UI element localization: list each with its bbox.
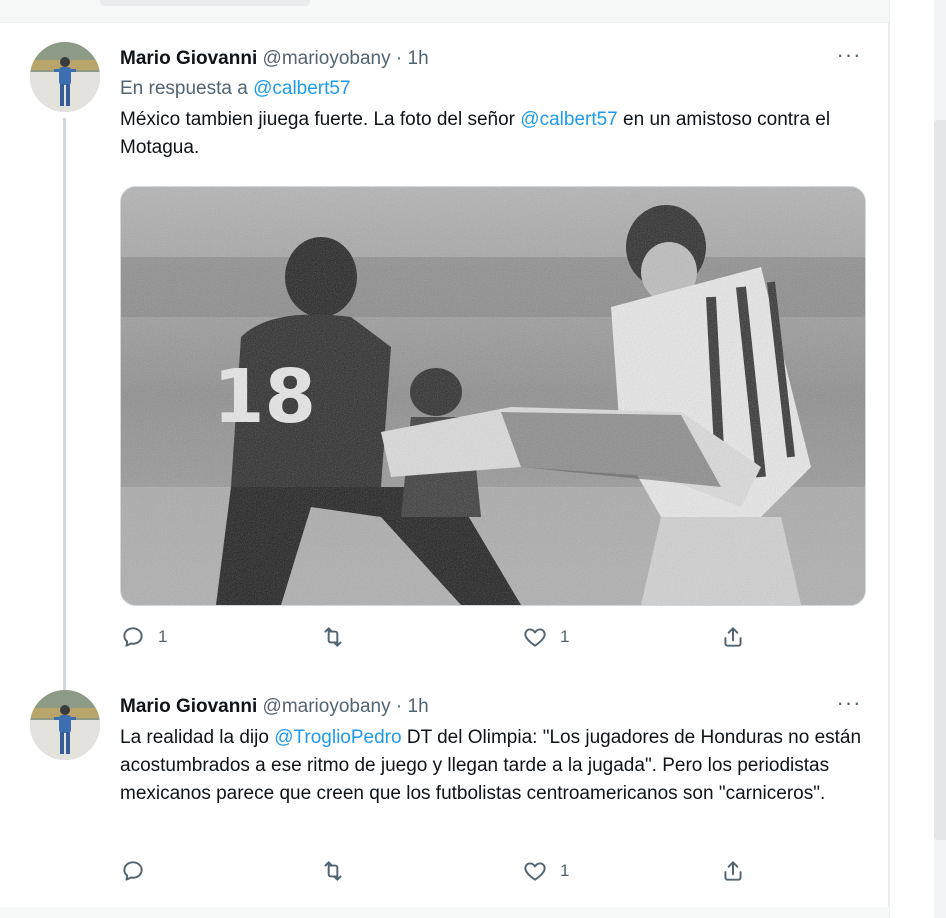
separator-dot: ·: [395, 696, 403, 717]
author-handle[interactable]: @marioyobany: [263, 48, 391, 69]
avatar[interactable]: [30, 690, 100, 760]
reply-context: En respuesta a @calbert57: [120, 76, 862, 102]
retweet-button[interactable]: [320, 856, 358, 886]
tweet-text: México tambien jiuega fuerte. La foto de…: [120, 106, 862, 162]
author-name[interactable]: Mario Giovanni: [120, 48, 257, 69]
sidebar-edge: [889, 0, 946, 918]
more-icon[interactable]: ···: [836, 44, 862, 72]
tweet[interactable]: Mario Giovanni @marioyobany · 1h ··· La …: [0, 686, 888, 906]
tweet[interactable]: Mario Giovanni @marioyobany · 1h ··· En …: [0, 22, 888, 698]
like-button[interactable]: 1: [522, 856, 569, 886]
mention-link[interactable]: @calbert57: [520, 109, 617, 130]
thread-line: [63, 118, 66, 698]
like-button[interactable]: 1: [522, 622, 569, 652]
share-icon: [724, 627, 742, 647]
timestamp[interactable]: 1h: [408, 696, 429, 717]
tweet-header: Mario Giovanni @marioyobany · 1h ···: [120, 692, 862, 720]
tweet-text-part: La realidad la dijo: [120, 727, 275, 748]
tweet-header: Mario Giovanni @marioyobany · 1h ···: [120, 44, 862, 72]
avatar[interactable]: [30, 42, 100, 112]
more-icon[interactable]: ···: [836, 692, 862, 720]
tweet-photo[interactable]: 18: [120, 186, 866, 606]
mention-link[interactable]: @TroglioPedro: [274, 727, 401, 748]
share-button[interactable]: [720, 622, 746, 652]
separator-dot: ·: [395, 48, 403, 69]
reply-count: 1: [158, 627, 168, 646]
reply-button[interactable]: 1: [120, 622, 167, 652]
tweet-actions: 1 1: [120, 622, 750, 652]
reply-button[interactable]: [120, 856, 158, 886]
share-button[interactable]: [720, 856, 746, 886]
previous-tweet-stub: [0, 0, 888, 22]
tweet-body: Mario Giovanni @marioyobany · 1h ··· La …: [120, 692, 862, 808]
retweet-icon: [324, 627, 342, 647]
author-handle[interactable]: @marioyobany: [263, 696, 391, 717]
tweet-text-part: México tambien jiuega fuerte. La foto de…: [120, 109, 521, 130]
tweet-text: La realidad la dijo @TroglioPedro DT del…: [120, 724, 862, 808]
retweet-button[interactable]: [320, 622, 358, 652]
reply-icon: [123, 627, 143, 647]
heart-icon: [524, 862, 546, 881]
timestamp[interactable]: 1h: [408, 48, 429, 69]
like-count: 1: [560, 861, 570, 880]
author-name[interactable]: Mario Giovanni: [120, 696, 257, 717]
retweet-icon: [324, 861, 342, 881]
reply-mention-link[interactable]: @calbert57: [253, 78, 350, 99]
tweet-actions: 1: [120, 856, 750, 886]
share-icon: [724, 861, 742, 881]
reply-prefix: En respuesta a: [120, 78, 248, 99]
sidebar-card-edge: [934, 120, 946, 840]
reply-icon: [123, 861, 143, 881]
like-count: 1: [560, 627, 570, 646]
divider: [100, 0, 310, 6]
heart-icon: [524, 628, 546, 647]
tweet-body: Mario Giovanni @marioyobany · 1h ··· En …: [120, 44, 862, 162]
